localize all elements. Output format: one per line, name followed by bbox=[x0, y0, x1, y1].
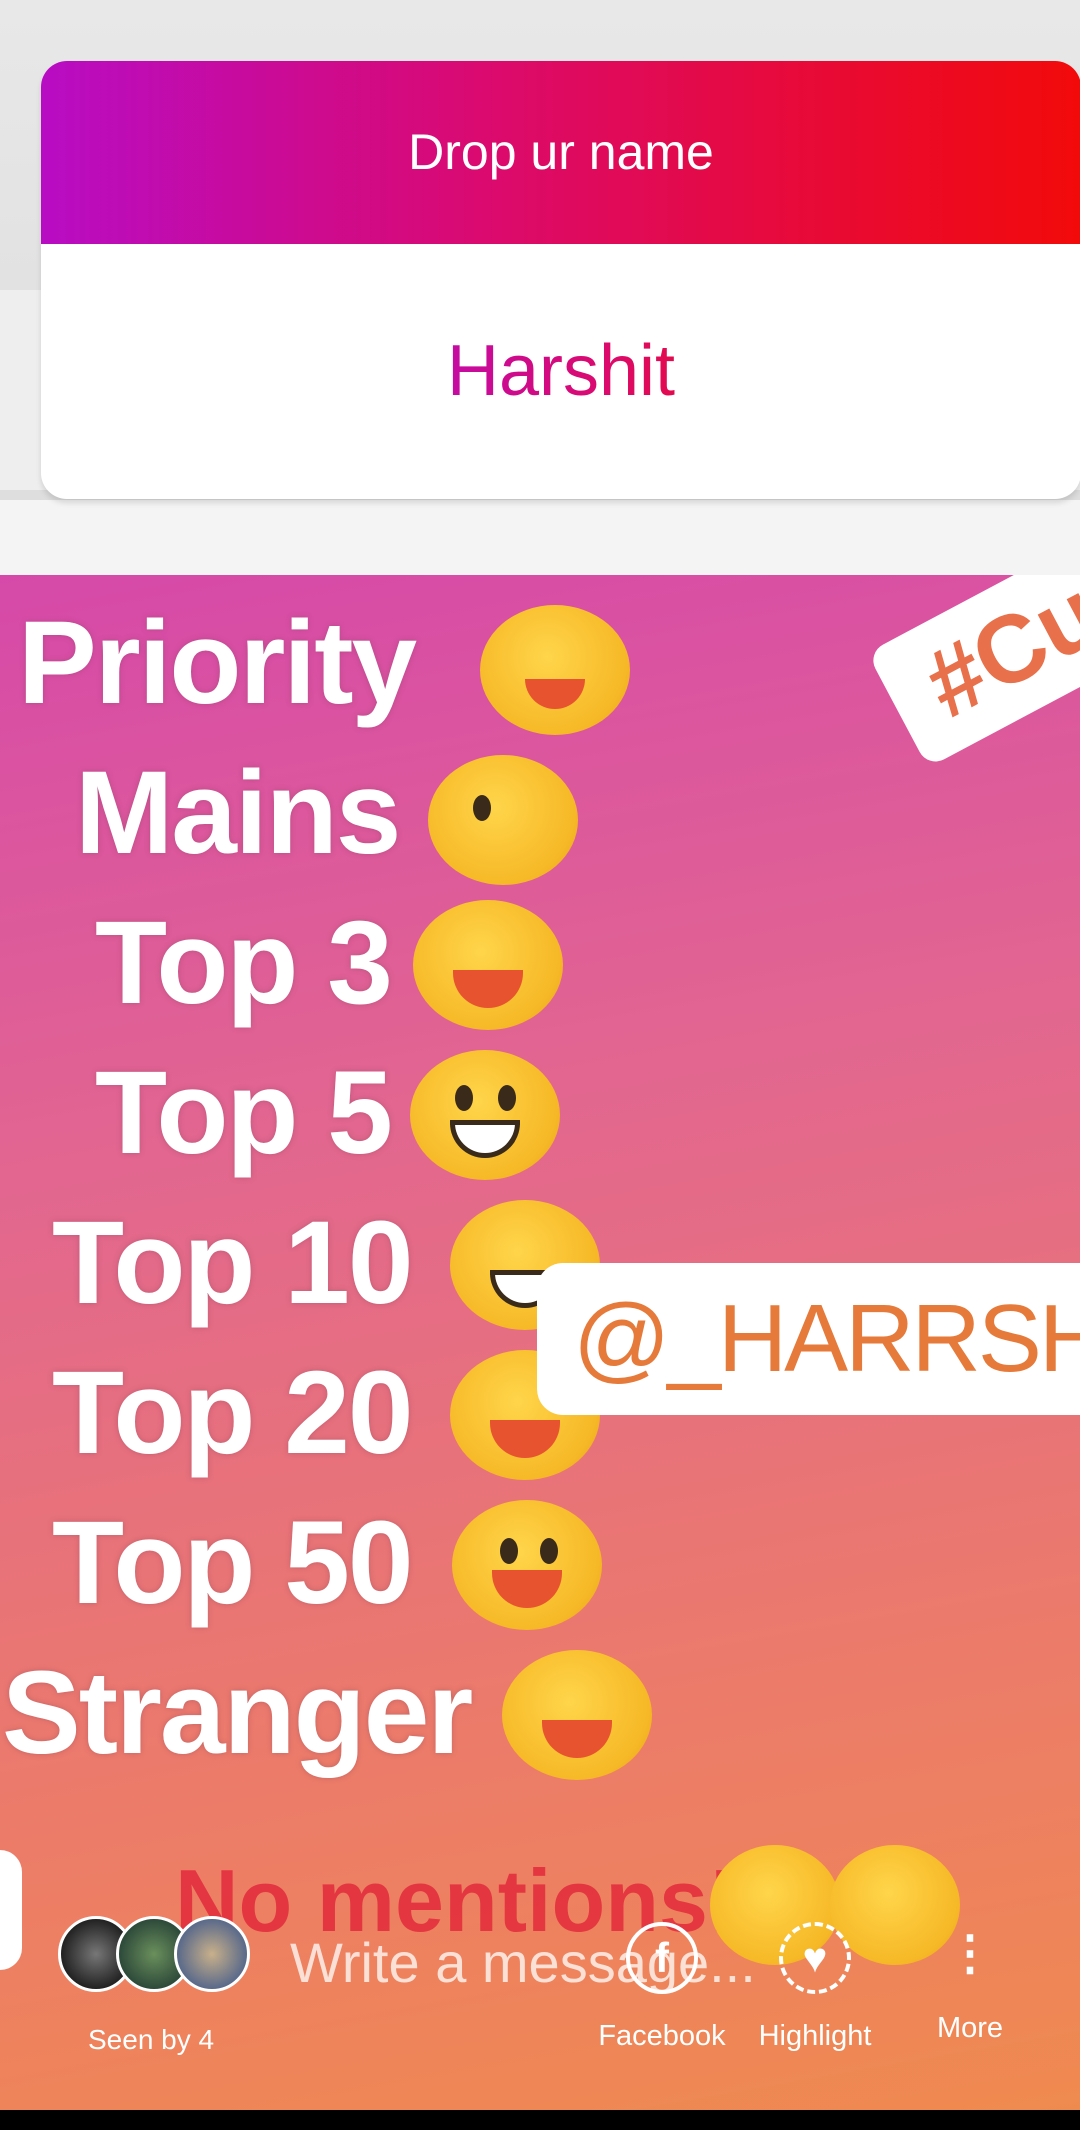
highlight-button[interactable]: ♥ Highlight bbox=[745, 1900, 885, 2053]
heart-eyes-emoji-icon bbox=[480, 605, 630, 735]
list-item-mains: Mains bbox=[75, 747, 401, 879]
question-answer: Harshit bbox=[41, 244, 1080, 499]
hashtag-sticker: #Cu bbox=[867, 575, 1080, 768]
kiss-wink-emoji-icon bbox=[428, 755, 578, 885]
list-item-top-3: Top 3 bbox=[95, 897, 393, 1029]
highlight-label: Highlight bbox=[758, 2020, 872, 2052]
system-nav-bar bbox=[0, 2110, 1080, 2130]
more-button[interactable]: ⋮ More bbox=[900, 1900, 1040, 2045]
mention-sticker[interactable]: @_HARRSHITT. bbox=[537, 1263, 1080, 1415]
highlight-heart-icon: ♥ bbox=[779, 1922, 851, 1994]
story-bottom-bar: Seen by 4 Write a message... f Facebook … bbox=[0, 1900, 1080, 2110]
facebook-label: Facebook bbox=[598, 2020, 726, 2052]
more-vertical-icon: ⋮ bbox=[946, 1927, 994, 1980]
facebook-icon: f bbox=[626, 1922, 698, 1994]
grin-emoji-icon bbox=[410, 1050, 560, 1180]
list-item-top-50: Top 50 bbox=[52, 1497, 414, 1629]
list-item-top-20: Top 20 bbox=[52, 1347, 414, 1479]
smile-emoji-icon bbox=[502, 1650, 652, 1780]
list-item-priority: Priority bbox=[18, 597, 417, 729]
list-item-top-10: Top 10 bbox=[52, 1197, 414, 1329]
seen-by-label[interactable]: Seen by 4 bbox=[88, 2024, 214, 2056]
list-item-top-5: Top 5 bbox=[95, 1047, 393, 1179]
story-image: #Cu Priority Mains Top 3 Top 5 Top 10 To… bbox=[0, 575, 1080, 2110]
preview-row bbox=[0, 500, 1080, 575]
facebook-share-button[interactable]: f Facebook bbox=[592, 1900, 732, 2053]
more-label: More bbox=[936, 2012, 1004, 2044]
happy-emoji-icon bbox=[452, 1500, 602, 1630]
question-prompt: Drop ur name bbox=[41, 61, 1080, 244]
question-sticker[interactable]: Drop ur name Harshit bbox=[41, 61, 1080, 499]
smile-emoji-icon bbox=[413, 900, 563, 1030]
viewer-avatar-person[interactable] bbox=[174, 1916, 250, 1992]
list-item-stranger: Stranger bbox=[2, 1647, 473, 1779]
